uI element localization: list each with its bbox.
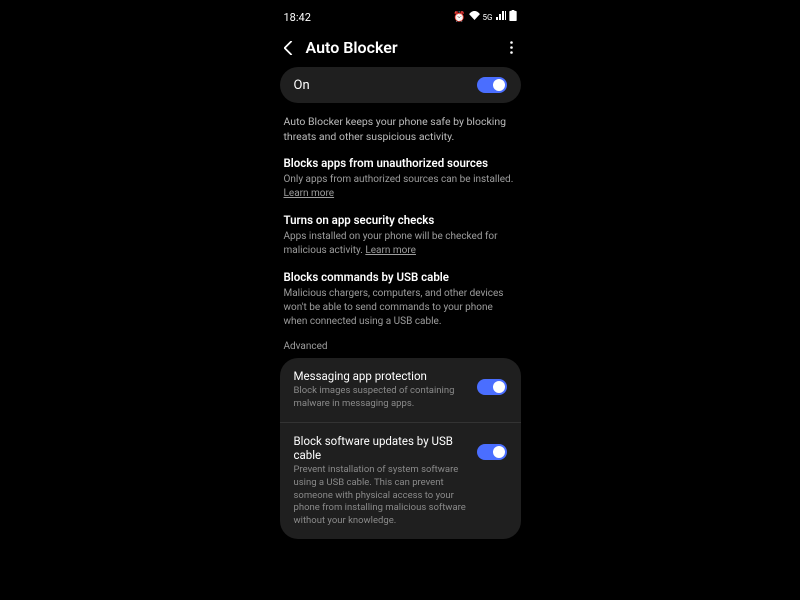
advanced-item-text: Block software updates by USB cable Prev…	[294, 434, 467, 528]
header: Auto Blocker	[280, 32, 521, 67]
signal-icon	[496, 11, 506, 23]
battery-icon	[509, 10, 517, 24]
section-desc: Only apps from authorized sources can be…	[284, 173, 517, 201]
main-toggle-row[interactable]: On	[280, 67, 521, 103]
main-toggle-label: On	[294, 78, 310, 93]
intro-text: Auto Blocker keeps your phone safe by bl…	[280, 115, 521, 156]
clock: 18:42	[284, 11, 311, 24]
more-options-button[interactable]	[503, 39, 521, 57]
phone-frame: 18:42 ⏰ 5G Auto Blocker On Auto Blocker …	[268, 0, 533, 600]
learn-more-link[interactable]: Learn more	[365, 245, 416, 256]
advanced-item-messaging[interactable]: Messaging app protection Block images su…	[280, 358, 521, 422]
section-title: Blocks commands by USB cable	[284, 270, 517, 284]
wifi-icon	[469, 11, 480, 23]
section-usb-commands: Blocks commands by USB cable Malicious c…	[280, 270, 521, 341]
section-title: Turns on app security checks	[284, 213, 517, 227]
alarm-icon: ⏰	[453, 12, 465, 23]
section-title: Blocks apps from unauthorized sources	[284, 156, 517, 170]
section-desc: Apps installed on your phone will be che…	[284, 230, 517, 258]
advanced-item-text: Messaging app protection Block images su…	[294, 369, 467, 411]
advanced-item-desc: Prevent installation of system software …	[294, 464, 467, 528]
section-desc: Malicious chargers, computers, and other…	[284, 287, 517, 329]
usb-updates-toggle-switch[interactable]	[477, 444, 507, 460]
advanced-item-title: Messaging app protection	[294, 369, 467, 383]
advanced-item-usb-updates[interactable]: Block software updates by USB cable Prev…	[280, 422, 521, 539]
advanced-card: Messaging app protection Block images su…	[280, 358, 521, 539]
status-bar: 18:42 ⏰ 5G	[280, 8, 521, 32]
status-icons: ⏰ 5G	[453, 10, 516, 24]
advanced-item-desc: Block images suspected of containing mal…	[294, 385, 467, 411]
back-button[interactable]	[280, 39, 298, 57]
advanced-item-title: Block software updates by USB cable	[294, 434, 467, 462]
learn-more-link[interactable]: Learn more	[284, 188, 335, 199]
main-toggle-switch[interactable]	[477, 77, 507, 93]
messaging-toggle-switch[interactable]	[477, 379, 507, 395]
advanced-label: Advanced	[280, 341, 521, 358]
page-title: Auto Blocker	[306, 38, 503, 57]
section-security-checks: Turns on app security checks Apps instal…	[280, 213, 521, 270]
section-unauthorized-sources: Blocks apps from unauthorized sources On…	[280, 156, 521, 213]
network-label: 5G	[483, 13, 493, 22]
